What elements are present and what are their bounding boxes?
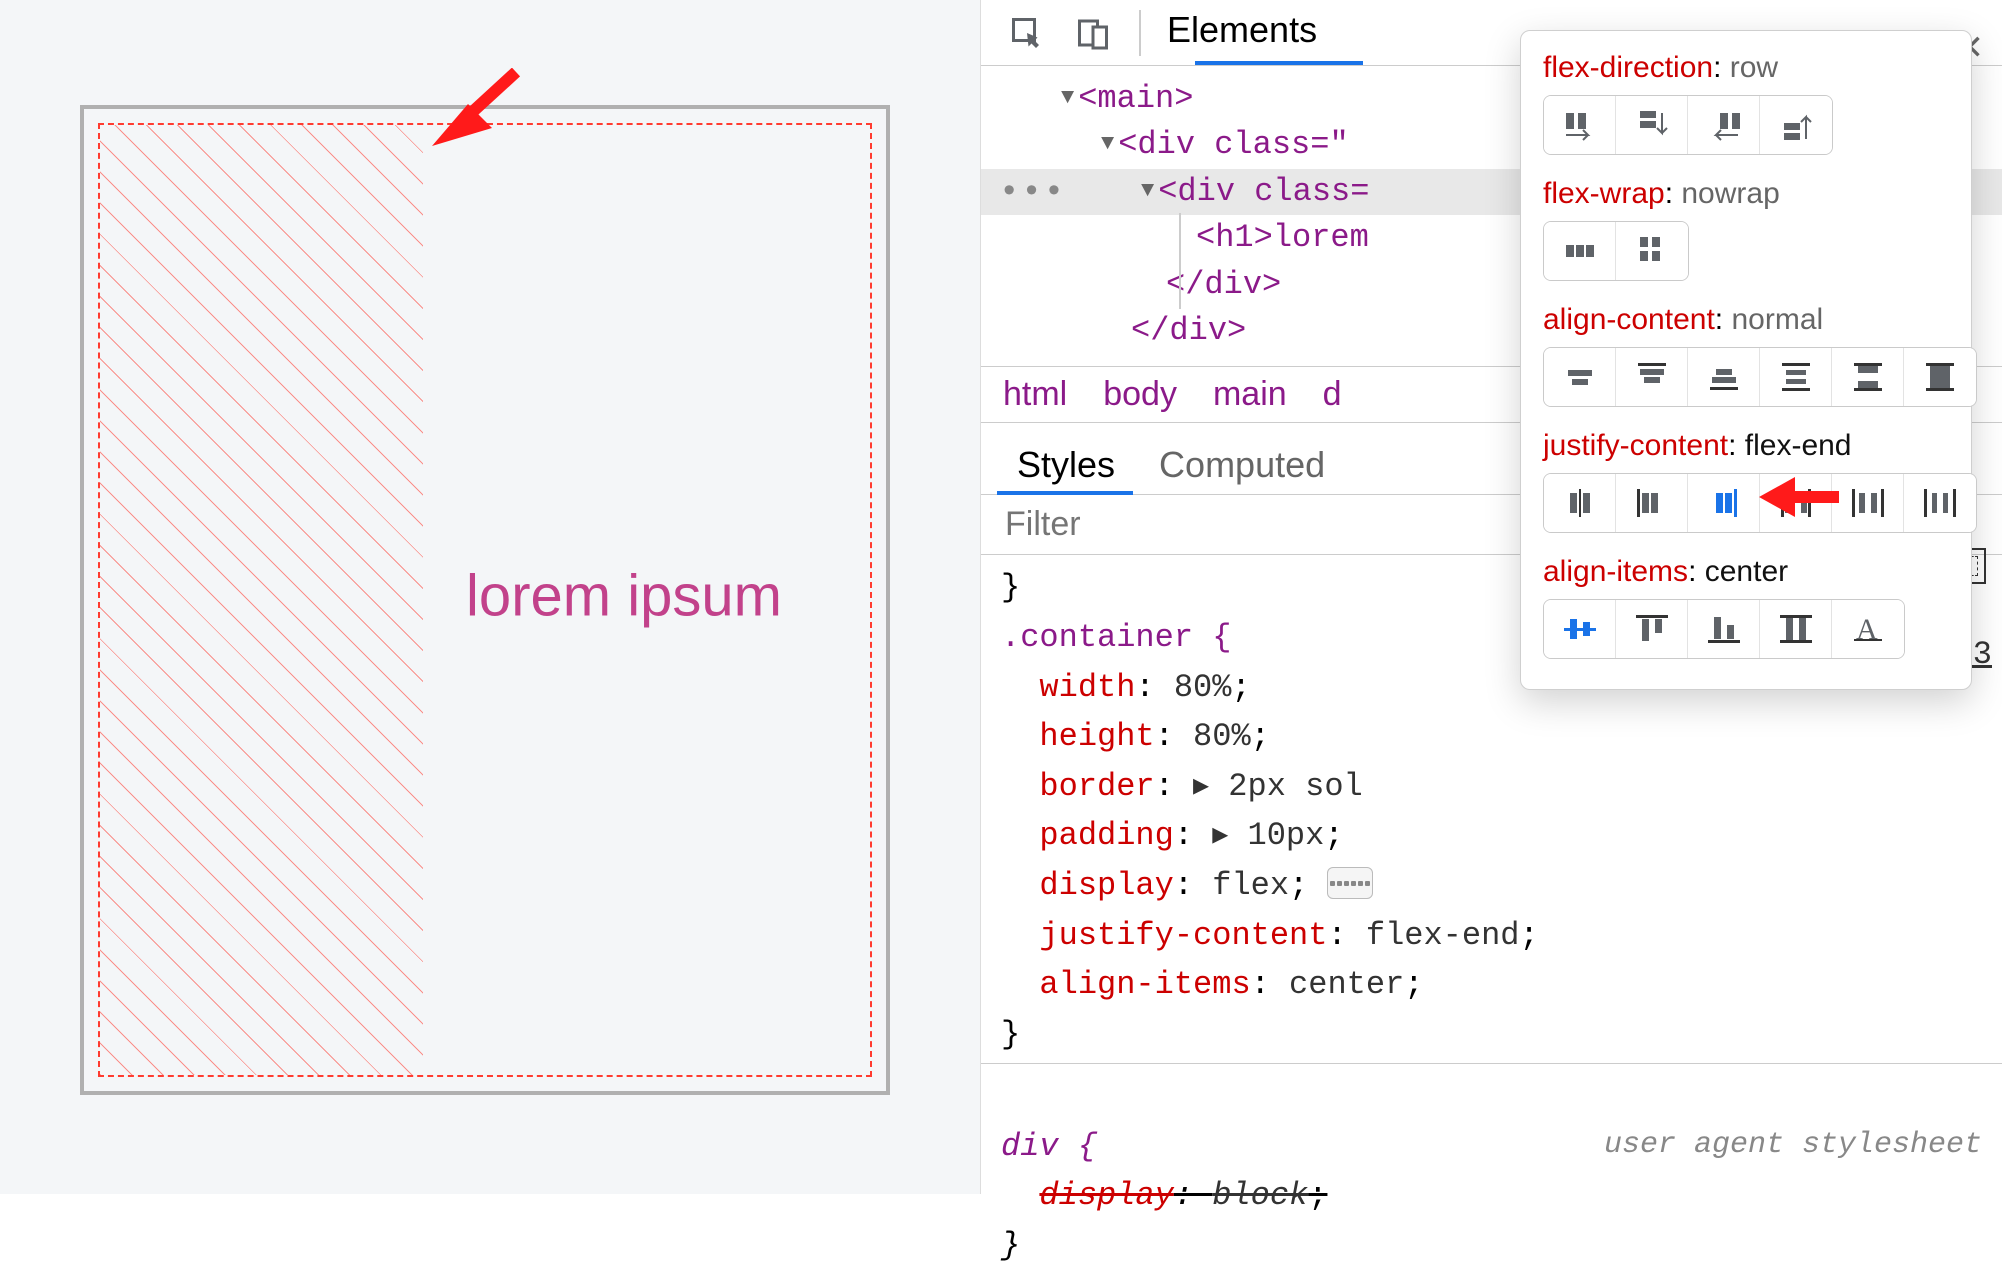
overflow-dots-icon[interactable]: ••• xyxy=(999,169,1066,218)
tab-underline xyxy=(1195,61,1363,65)
align-content-options xyxy=(1543,347,1977,407)
align-items-center-icon[interactable] xyxy=(1544,600,1616,658)
hatched-area xyxy=(100,125,423,1075)
justify-content-space-evenly-icon[interactable] xyxy=(1904,474,1976,532)
dom-node[interactable]: <h1>lorem xyxy=(1196,219,1369,256)
css-prop[interactable]: display xyxy=(1039,867,1173,904)
tab-computed[interactable]: Computed xyxy=(1159,444,1325,486)
flex-direction-column-icon[interactable] xyxy=(1616,96,1688,154)
css-val[interactable]: center xyxy=(1289,966,1404,1003)
popup-key: justify-content xyxy=(1543,429,1728,462)
breadcrumb-item[interactable]: d xyxy=(1323,375,1342,414)
css-val[interactable]: flex xyxy=(1212,867,1289,904)
justify-content-center-icon[interactable] xyxy=(1544,474,1616,532)
css-val[interactable]: ▸ 10px xyxy=(1212,817,1324,854)
popup-key: flex-direction xyxy=(1543,51,1713,84)
breadcrumb-item[interactable]: html xyxy=(1003,375,1067,414)
container-outline: lorem ipsum xyxy=(80,105,890,1095)
popup-val: center xyxy=(1705,555,1788,588)
flex-wrap-wrap-icon[interactable] xyxy=(1616,222,1688,280)
align-items-stretch-icon[interactable] xyxy=(1760,600,1832,658)
flex-direction-row-icon[interactable] xyxy=(1544,96,1616,154)
device-toggle-icon[interactable] xyxy=(1073,13,1113,53)
flex-direction-column-reverse-icon[interactable] xyxy=(1760,96,1832,154)
popup-key: flex-wrap xyxy=(1543,177,1665,210)
css-val[interactable]: 80% xyxy=(1193,718,1251,755)
align-content-center-icon[interactable] xyxy=(1544,348,1616,406)
breadcrumb-item[interactable]: body xyxy=(1103,375,1177,414)
css-prop[interactable]: padding xyxy=(1039,817,1173,854)
flex-direction-options xyxy=(1543,95,1833,155)
uas-label: user agent stylesheet xyxy=(1604,1122,1982,1169)
css-prop[interactable]: width xyxy=(1039,669,1135,706)
css-brace: } xyxy=(1001,1227,1020,1264)
flex-wrap-nowrap-icon[interactable] xyxy=(1544,222,1616,280)
dom-node[interactable]: <main> xyxy=(1078,80,1193,117)
inspector-highlight: lorem ipsum xyxy=(98,123,872,1077)
popup-key: align-content xyxy=(1543,303,1715,336)
page-preview: lorem ipsum xyxy=(0,0,980,1194)
tab-elements[interactable]: Elements xyxy=(1167,9,1317,57)
dom-node[interactable]: </div> xyxy=(1166,266,1281,303)
css-val[interactable]: flex-end xyxy=(1366,917,1520,954)
css-prop[interactable]: height xyxy=(1039,718,1154,755)
popup-val: row xyxy=(1730,51,1778,84)
css-prop[interactable]: display xyxy=(1039,1177,1173,1214)
dom-node[interactable]: </div> xyxy=(1131,312,1246,349)
align-items-end-icon[interactable] xyxy=(1688,600,1760,658)
css-prop[interactable]: border xyxy=(1039,768,1154,805)
dom-node-selected[interactable]: <div class= xyxy=(1158,173,1369,210)
tab-styles[interactable]: Styles xyxy=(1017,444,1115,486)
breadcrumb-item[interactable]: main xyxy=(1213,375,1287,414)
align-items-baseline-icon[interactable]: A xyxy=(1832,600,1904,658)
popup-val: flex-end xyxy=(1745,429,1852,462)
css-val[interactable]: 80% xyxy=(1174,669,1232,706)
css-prop[interactable]: justify-content xyxy=(1039,917,1327,954)
flex-editor-chip-icon[interactable] xyxy=(1327,867,1373,899)
align-items-options: A xyxy=(1543,599,1905,659)
css-selector[interactable]: .container { xyxy=(1001,619,1231,656)
align-content-start-icon[interactable] xyxy=(1616,348,1688,406)
css-rule-div-uas[interactable]: div {user agent stylesheet display: bloc… xyxy=(981,1064,2002,1274)
align-content-space-around-icon[interactable] xyxy=(1760,348,1832,406)
justify-content-start-icon[interactable] xyxy=(1616,474,1688,532)
popup-val: nowrap xyxy=(1681,177,1779,210)
flex-wrap-options xyxy=(1543,221,1689,281)
devtools-panel: Elements ✕ ▼<main> ▼<div class=" ••• ▼<d… xyxy=(980,0,2002,1194)
annotation-arrow-icon xyxy=(410,68,530,188)
svg-text:A: A xyxy=(1856,613,1878,646)
dom-node[interactable]: <div class=" xyxy=(1118,126,1348,163)
toolbar-separator xyxy=(1139,10,1141,56)
css-val[interactable]: block xyxy=(1212,1177,1308,1214)
align-content-space-between-icon[interactable] xyxy=(1832,348,1904,406)
align-content-end-icon[interactable] xyxy=(1688,348,1760,406)
css-selector[interactable]: div { xyxy=(1001,1128,1097,1165)
css-prop[interactable]: align-items xyxy=(1039,966,1250,1003)
align-content-stretch-icon[interactable] xyxy=(1904,348,1976,406)
justify-content-end-icon[interactable] xyxy=(1688,474,1760,532)
annotation-arrow-icon xyxy=(1753,463,1843,533)
inspect-element-icon[interactable] xyxy=(1007,13,1047,53)
popup-key: align-items xyxy=(1543,555,1688,588)
flexbox-editor-popup: flex-direction: row flex-wrap: nowrap xyxy=(1520,30,1972,690)
styles-tab-underline xyxy=(997,491,1133,495)
flex-direction-row-reverse-icon[interactable] xyxy=(1688,96,1760,154)
heading-text: lorem ipsum xyxy=(466,562,782,629)
align-items-start-icon[interactable] xyxy=(1616,600,1688,658)
popup-val: normal xyxy=(1731,303,1823,336)
css-val[interactable]: ▸ 2px sol xyxy=(1193,768,1363,805)
css-brace: } xyxy=(1001,1016,1020,1053)
